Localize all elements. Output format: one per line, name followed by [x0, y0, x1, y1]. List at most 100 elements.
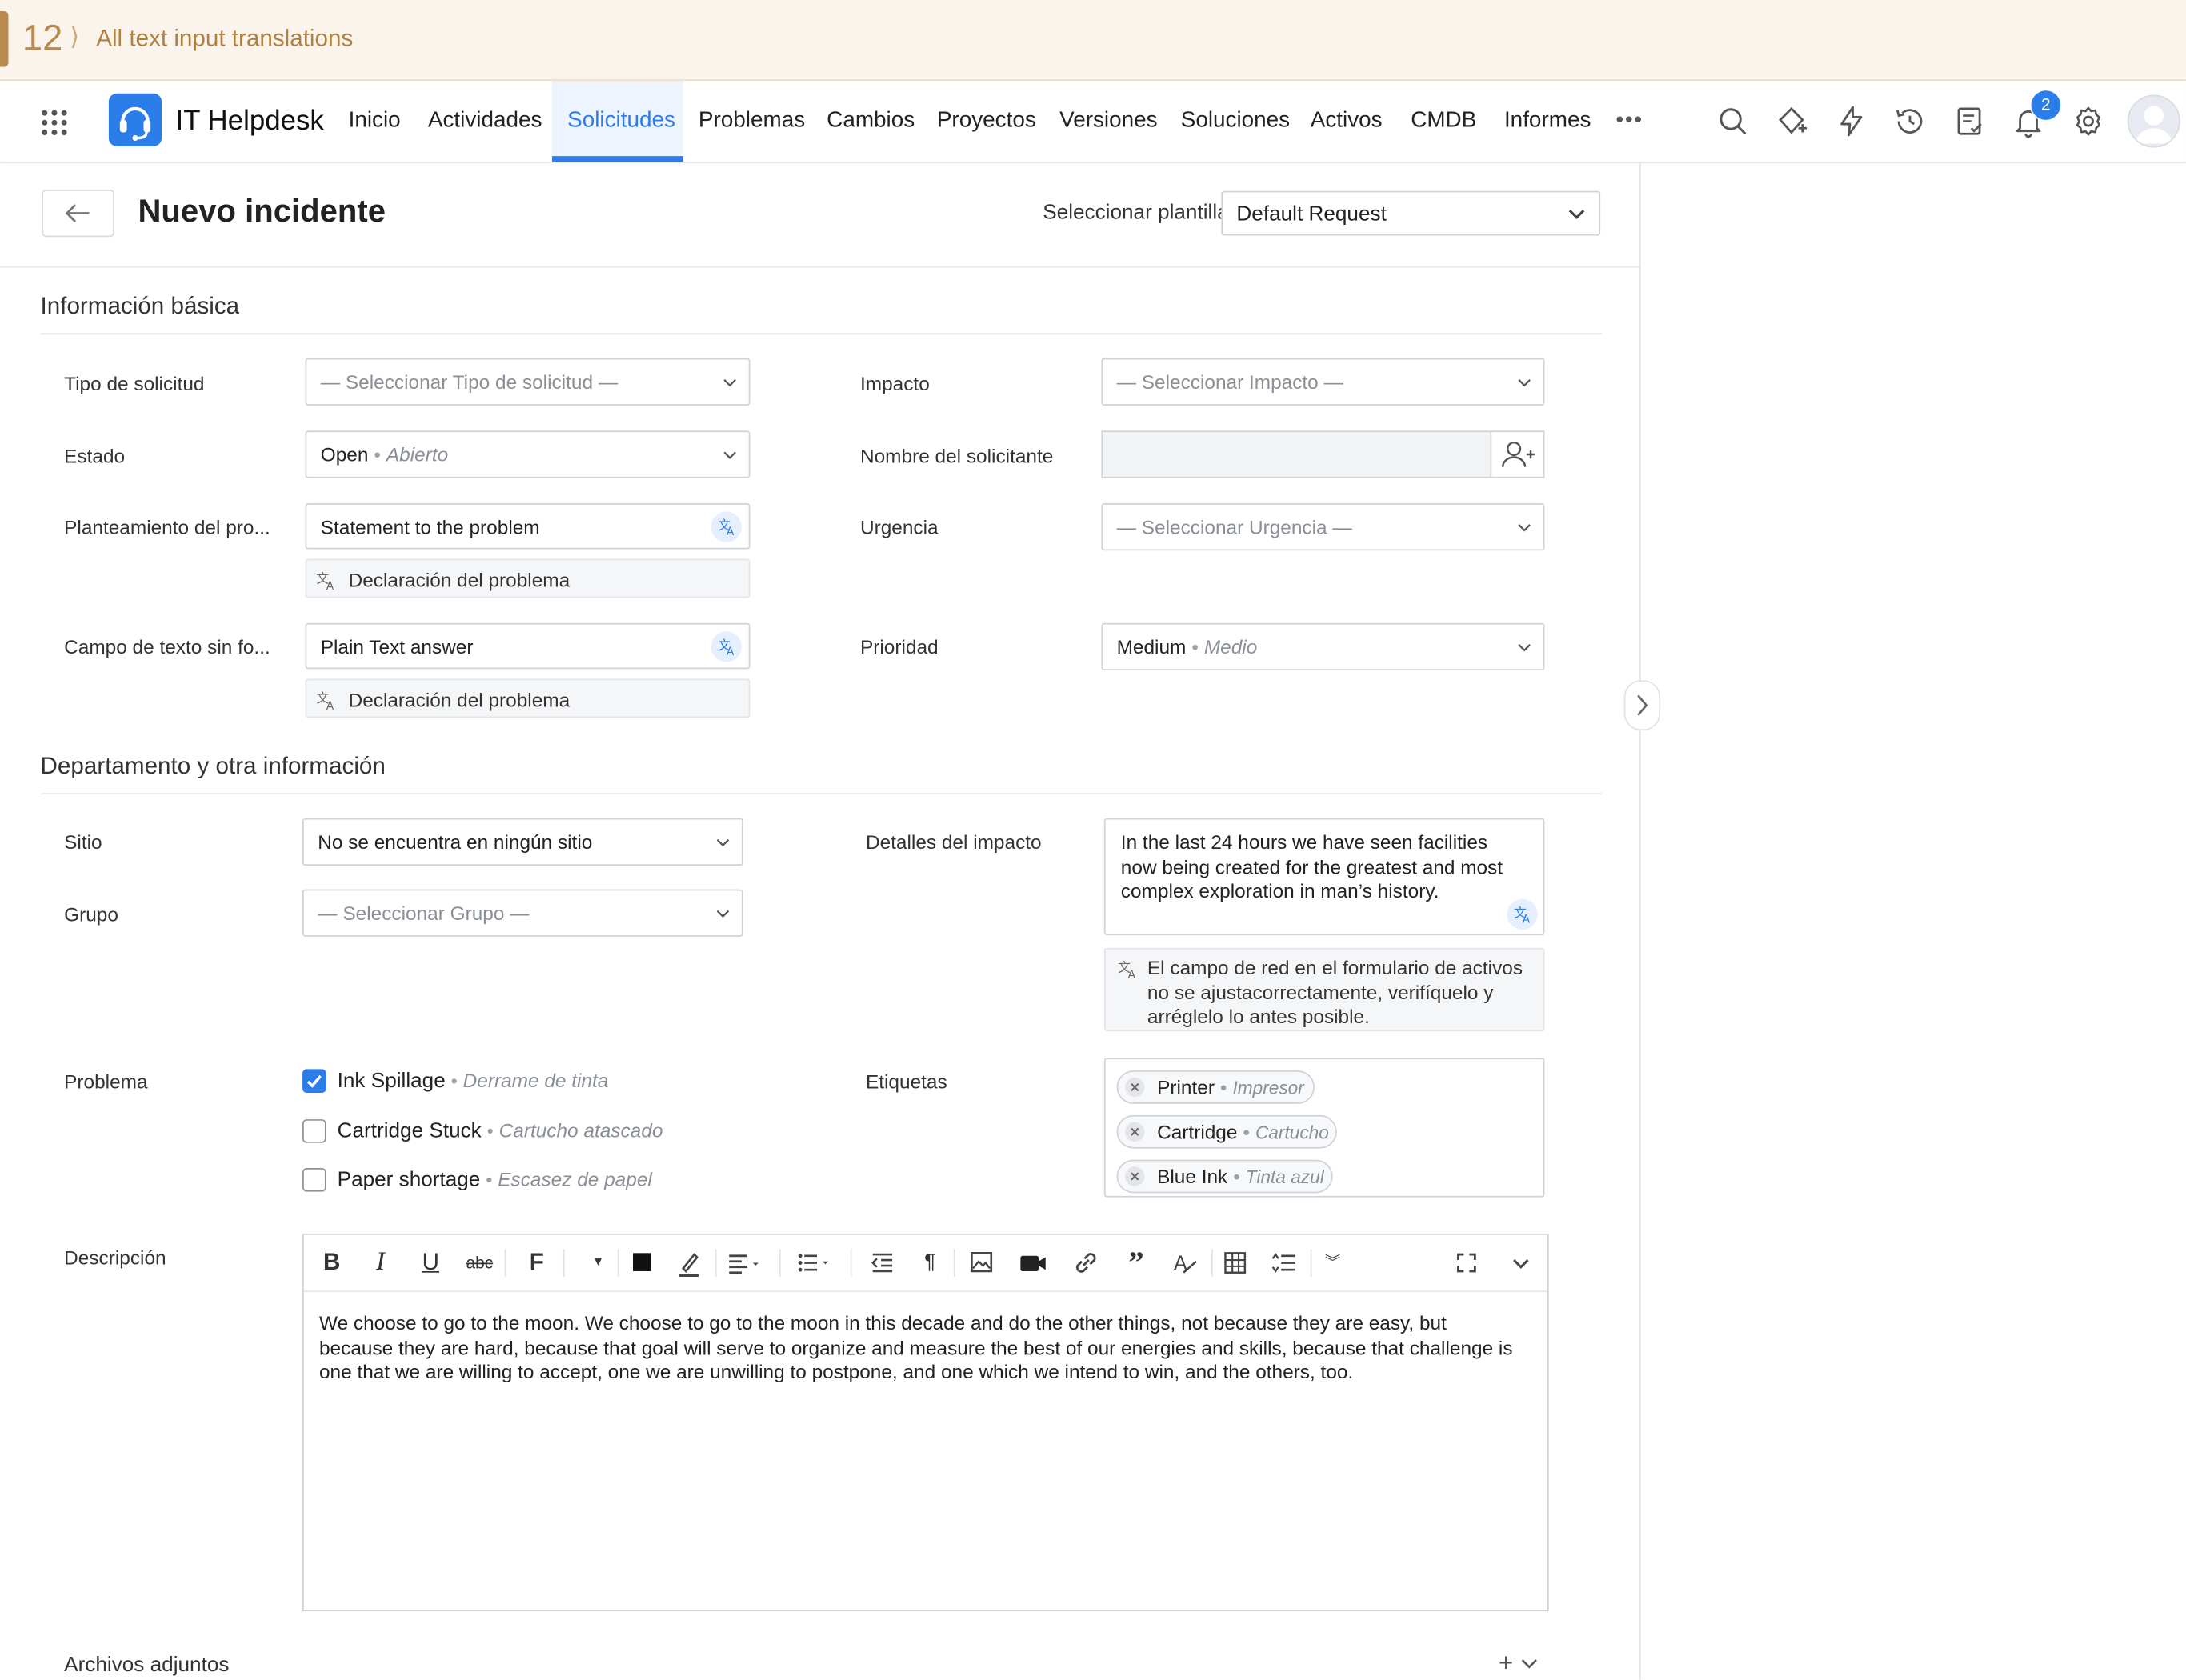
attachments-chevron-down-icon[interactable]	[1519, 1654, 1539, 1674]
problem-option-paper-shortage[interactable]: Paper shortage • Escasez de papel	[338, 1168, 652, 1192]
nav-item-problemas[interactable]: Problemas	[699, 109, 805, 134]
font-family-icon[interactable]: F	[520, 1246, 554, 1280]
font-size-dropdown-icon[interactable]: ▾	[582, 1246, 615, 1280]
urgency-select[interactable]: — Seleccionar Urgencia —	[1101, 502, 1545, 551]
problem-option-ink-spillage[interactable]: Ink Spillage • Derrame de tinta	[338, 1069, 609, 1093]
nav-item-actividades[interactable]: Actividades	[428, 109, 542, 134]
template-select-value: Default Request	[1236, 202, 1387, 226]
requester-input[interactable]	[1101, 430, 1492, 478]
underline-icon[interactable]: U	[414, 1246, 447, 1280]
nav-item-informes[interactable]: Informes	[1504, 109, 1591, 134]
translate-icon[interactable]: 文A	[1507, 898, 1538, 930]
site-value: No se encuentra en ningún sitio	[318, 830, 593, 854]
nav-item-soluciones[interactable]: Soluciones	[1181, 109, 1290, 134]
problem-option-label: Ink Spillage	[337, 1069, 446, 1093]
remove-tag-icon[interactable]	[1125, 1122, 1145, 1142]
nav-more-icon[interactable]: •••	[1615, 109, 1644, 134]
translate-icon[interactable]: 文A	[711, 631, 742, 662]
insert-image-icon[interactable]	[965, 1246, 999, 1280]
nav-item-proyectos[interactable]: Proyectos	[937, 109, 1036, 134]
problem-statement-input[interactable]: Statement to the problem 文A	[305, 502, 751, 550]
history-icon[interactable]	[1893, 105, 1927, 138]
description-text[interactable]: We choose to go to the moon. We choose t…	[319, 1312, 1518, 1385]
insert-video-icon[interactable]	[1016, 1246, 1050, 1280]
priority-value: Medium	[1116, 635, 1187, 658]
nav-item-inicio[interactable]: Inicio	[349, 109, 401, 134]
page-title: Nuevo incidente	[138, 192, 386, 229]
insert-table-icon[interactable]	[1219, 1246, 1252, 1280]
add-requester-button[interactable]	[1490, 430, 1545, 478]
add-attachment-icon[interactable]: +	[1499, 1649, 1513, 1678]
back-button[interactable]	[42, 189, 114, 238]
template-select[interactable]: Default Request	[1221, 190, 1601, 236]
problem-checkbox-paper-shortage[interactable]	[302, 1168, 326, 1192]
problem-label: Problema	[64, 1070, 148, 1093]
tag-translation: Cartucho	[1255, 1122, 1329, 1143]
italic-icon[interactable]: I	[364, 1246, 398, 1280]
section-title-basic: Información básica	[40, 292, 240, 319]
impact-select[interactable]: — Seleccionar Impacto —	[1101, 358, 1545, 406]
tags-input[interactable]: Printer • Impresor Cartridge • Cartucho Blue…	[1103, 1058, 1545, 1198]
status-value: Open	[320, 443, 369, 466]
list-icon[interactable]	[792, 1246, 828, 1280]
search-icon[interactable]	[1716, 105, 1750, 138]
impact-details-value: In the last 24 hours we have seen facili…	[1120, 830, 1503, 902]
remove-tag-icon[interactable]	[1125, 1166, 1145, 1186]
free-text-input[interactable]: Plain Text answer 文A	[305, 622, 751, 670]
priority-translation: Medio	[1203, 635, 1258, 658]
impact-details-textarea[interactable]: In the last 24 hours we have seen facili…	[1103, 818, 1545, 936]
group-label: Grupo	[64, 903, 118, 926]
section-divider	[40, 793, 1602, 795]
text-color-icon[interactable]	[626, 1246, 659, 1280]
tag-label: Printer	[1157, 1076, 1215, 1098]
collapse-toolbar-chevron-icon[interactable]	[1504, 1246, 1538, 1280]
nav-item-cmdb[interactable]: CMDB	[1411, 109, 1476, 134]
clear-format-icon[interactable]: A	[1168, 1246, 1202, 1280]
panel-expand-chevron-icon[interactable]	[1623, 680, 1661, 730]
translate-icon: 文A	[1118, 959, 1135, 979]
blockquote-icon[interactable]: ”	[1119, 1246, 1153, 1280]
fullscreen-icon[interactable]	[1450, 1246, 1483, 1280]
app-name[interactable]: IT Helpdesk	[176, 106, 324, 138]
indent-icon[interactable]	[866, 1246, 899, 1280]
paragraph-direction-icon[interactable]: ¶	[913, 1246, 947, 1280]
nav-item-versiones[interactable]: Versiones	[1059, 109, 1157, 134]
chevron-down-icon	[1518, 524, 1531, 532]
problem-option-cartridge-stuck[interactable]: Cartridge Stuck • Cartucho atascado	[338, 1119, 663, 1143]
add-ticket-icon[interactable]	[1775, 105, 1808, 138]
nav-item-solicitudes[interactable]: Solicitudes	[567, 109, 675, 134]
insert-link-icon[interactable]	[1069, 1246, 1103, 1280]
nav-item-activos[interactable]: Activos	[1311, 109, 1383, 134]
strikethrough-icon[interactable]: abc	[462, 1246, 496, 1280]
right-panel-divider	[1639, 162, 1641, 1680]
priority-select[interactable]: Medium • Medio	[1101, 622, 1545, 671]
tag-chip: Cartridge • Cartucho	[1116, 1114, 1337, 1149]
align-icon[interactable]	[723, 1246, 759, 1280]
site-select[interactable]: No se encuentra en ningún sitio	[302, 818, 743, 866]
lightning-icon[interactable]	[1835, 105, 1868, 138]
more-options-icon[interactable]: ︾	[1316, 1246, 1350, 1280]
settings-gear-icon[interactable]	[2072, 105, 2105, 138]
group-select[interactable]: — Seleccionar Grupo —	[302, 889, 743, 937]
remove-tag-icon[interactable]	[1125, 1077, 1145, 1098]
group-placeholder: — Seleccionar Grupo —	[318, 902, 530, 925]
problem-checkbox-ink-spillage[interactable]	[302, 1069, 326, 1093]
notification-count-badge: 2	[2029, 89, 2062, 122]
translate-icon[interactable]: 文A	[711, 511, 742, 542]
urgency-placeholder: — Seleccionar Urgencia —	[1116, 515, 1352, 538]
nav-item-cambios[interactable]: Cambios	[827, 109, 915, 134]
highlight-icon[interactable]	[672, 1246, 706, 1280]
tasks-icon[interactable]	[1953, 105, 1987, 138]
impact-label: Impacto	[859, 372, 930, 395]
bold-icon[interactable]: B	[315, 1246, 349, 1280]
impact-placeholder: — Seleccionar Impacto —	[1116, 370, 1343, 394]
banner-title: All text input translations	[96, 25, 354, 52]
problem-checkbox-cartridge-stuck[interactable]	[302, 1119, 326, 1143]
chevron-down-icon	[1568, 209, 1585, 220]
line-spacing-icon[interactable]	[1267, 1246, 1301, 1280]
user-avatar[interactable]	[2127, 94, 2180, 148]
status-select[interactable]: Open • Abierto	[305, 430, 751, 478]
apps-grid-icon[interactable]	[42, 110, 67, 136]
description-editor[interactable]: B I U abc F ▾ ¶ ” A ︾ We choose to go to…	[302, 1233, 1549, 1612]
request-type-select[interactable]: — Seleccionar Tipo de solicitud —	[305, 358, 751, 406]
